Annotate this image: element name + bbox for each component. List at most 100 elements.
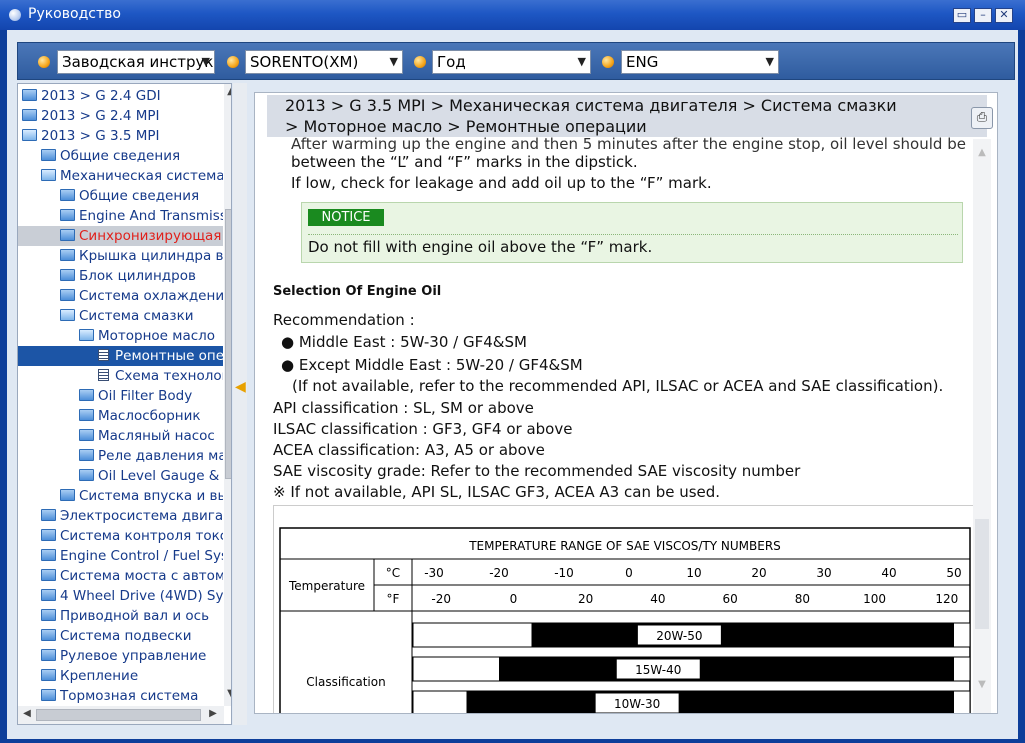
tree-item[interactable]: Механическая система двигателя (18, 166, 223, 186)
folder-open-icon (41, 169, 56, 181)
folder-icon (22, 109, 37, 121)
tree-item[interactable]: Рулевое управление (18, 646, 223, 666)
folder-icon (41, 569, 56, 581)
fahrenheit-tick-label: 120 (935, 592, 958, 606)
tree-item-label: 4 Wheel Drive (4WD) System (60, 588, 223, 604)
window-title: Руководство (28, 6, 121, 22)
tree-item[interactable]: Engine Control / Fuel System (18, 546, 223, 566)
tree-item[interactable]: Схема технологии (18, 366, 223, 386)
sae-line: SAE viscosity grade: Refer to the recomm… (273, 462, 801, 480)
document-icon (98, 369, 109, 381)
tree-item[interactable]: Моторное масло (18, 326, 223, 346)
folder-icon (41, 529, 56, 541)
tree-item-label: Общие сведения (79, 188, 200, 204)
celsius-tick-label: 50 (946, 566, 961, 580)
chevron-down-icon: ▼ (765, 55, 774, 68)
tree-item-label: Крышка цилиндра в сборе (79, 248, 223, 264)
folder-icon (41, 629, 56, 641)
model-select[interactable]: SORENTO(XM) ▼ (245, 50, 403, 74)
printer-icon: ⎙ (976, 110, 988, 125)
chevron-down-icon: ▼ (389, 55, 398, 68)
bar-label: 15W-40 (635, 663, 681, 677)
minimize-button[interactable]: – (974, 8, 992, 23)
pane-splitter[interactable]: ◀ (233, 83, 247, 725)
folder-icon (79, 429, 94, 441)
celsius-tick-label: 40 (881, 566, 896, 580)
tree-hscroll-thumb[interactable] (36, 709, 201, 721)
instruction-line: between the “L” and “F” marks in the dip… (291, 153, 638, 171)
tree-item[interactable]: Ремонтные операции (18, 346, 223, 366)
tree-item[interactable]: 2013 > G 3.5 MPI (18, 126, 223, 146)
tree-item[interactable]: Общие сведения (18, 146, 223, 166)
scroll-left-arrow-icon[interactable]: ◀ (20, 708, 34, 719)
tree-item[interactable]: Oil Level Gauge & Pipe (18, 466, 223, 486)
tree-item[interactable]: Система моста с автоматической (18, 566, 223, 586)
tree-item[interactable]: Реле давления масла (18, 446, 223, 466)
manual-type-value: Заводская инструкция (62, 53, 214, 71)
clipped-text-line: After warming up the engine and then 5 m… (291, 135, 966, 153)
app-window: Руководство ▭ – ✕ Заводская инструкция ▼… (0, 0, 1025, 743)
tree-item[interactable]: Синхронизирующая система (18, 226, 223, 246)
scroll-down-arrow-icon[interactable]: ▼ (975, 679, 989, 690)
tree-item[interactable]: Общие сведения (18, 186, 223, 206)
tree-item[interactable]: Система подвески (18, 626, 223, 646)
tree-vertical-scrollbar[interactable]: ▲ ▼ (224, 84, 231, 706)
tree-item[interactable]: Engine And Transmission (18, 206, 223, 226)
tree-item[interactable]: Тормозная система (18, 686, 223, 706)
breadcrumb-line-2: > Моторное масло > Ремонтные операции (285, 117, 647, 136)
scroll-down-arrow-icon[interactable]: ▼ (224, 688, 231, 699)
tree-item-label: Ремонтные операции (115, 348, 223, 364)
content-scroll-thumb[interactable] (975, 519, 989, 629)
tree-item-label: Синхронизирующая система (79, 228, 223, 244)
fahrenheit-tick-label: 0 (510, 592, 518, 606)
bullet-text: Except Middle East : 5W-20 / GF4&SM (298, 356, 583, 374)
tree-item-label: Engine And Transmission (79, 208, 223, 224)
celsius-tick-label: 20 (751, 566, 766, 580)
chevron-down-icon: ▼ (577, 55, 586, 68)
scroll-right-arrow-icon[interactable]: ▶ (206, 708, 220, 719)
scroll-up-arrow-icon[interactable]: ▲ (975, 147, 989, 158)
tree-item-label: Oil Level Gauge & Pipe (98, 468, 223, 484)
tree-item[interactable]: Приводной вал и ось (18, 606, 223, 626)
tree-item[interactable]: 2013 > G 2.4 GDI (18, 86, 223, 106)
tree-item-label: Oil Filter Body (98, 388, 193, 404)
tree-item[interactable]: Электросистема двигателя (18, 506, 223, 526)
tree-item[interactable]: 4 Wheel Drive (4WD) System (18, 586, 223, 606)
tree-item[interactable]: Масляный насос (18, 426, 223, 446)
tree-item-label: Тормозная система (60, 688, 199, 704)
tree-scroll-thumb[interactable] (225, 209, 231, 479)
celsius-tick-label: 0 (625, 566, 633, 580)
folder-open-icon (60, 309, 75, 321)
bullet-text: Middle East : 5W-30 / GF4&SM (298, 333, 527, 351)
celsius-tick-label: 10 (686, 566, 701, 580)
year-select[interactable]: Год ▼ (432, 50, 591, 74)
tree-item[interactable]: Блок цилиндров (18, 266, 223, 286)
restore-button[interactable]: ▭ (953, 8, 971, 23)
tree-horizontal-scrollbar[interactable]: ◀ ▶ (18, 706, 224, 724)
language-select[interactable]: ENG ▼ (621, 50, 779, 74)
navigation-tree: 2013 > G 2.4 GDI 2013 > G 2.4 MPI 2013 > G… (17, 83, 232, 725)
tree-item[interactable]: Система охлаждения (18, 286, 223, 306)
manual-type-select[interactable]: Заводская инструкция ▼ (57, 50, 215, 74)
title-bar[interactable]: Руководство ▭ – ✕ (0, 0, 1025, 30)
scroll-up-arrow-icon[interactable]: ▲ (224, 86, 231, 97)
tree-item[interactable]: 2013 > G 2.4 MPI (18, 106, 223, 126)
content-scrollbar[interactable]: ▲ ▼ (973, 139, 991, 713)
folder-icon (41, 689, 56, 701)
folder-icon (22, 89, 37, 101)
tree-item[interactable]: Система впуска и выпуска (18, 486, 223, 506)
print-button[interactable]: ⎙ (971, 107, 993, 129)
folder-icon (60, 269, 75, 281)
close-button[interactable]: ✕ (995, 8, 1013, 23)
folder-icon (79, 469, 94, 481)
tree-item[interactable]: Крышка цилиндра в сборе (18, 246, 223, 266)
tree-item[interactable]: Крепление (18, 666, 223, 686)
collapse-arrow-icon[interactable]: ◀ (235, 379, 246, 395)
tree-item[interactable]: Oil Filter Body (18, 386, 223, 406)
chart-title: TEMPERATURE RANGE OF SAE VISCOS/TY NUMBE… (468, 539, 781, 553)
tree-item-label: Моторное масло (98, 328, 216, 344)
tree-item[interactable]: Маслосборник (18, 406, 223, 426)
tree-item[interactable]: Система смазки (18, 306, 223, 326)
language-value: ENG (626, 53, 659, 71)
tree-item[interactable]: Система контроля токсичности (18, 526, 223, 546)
